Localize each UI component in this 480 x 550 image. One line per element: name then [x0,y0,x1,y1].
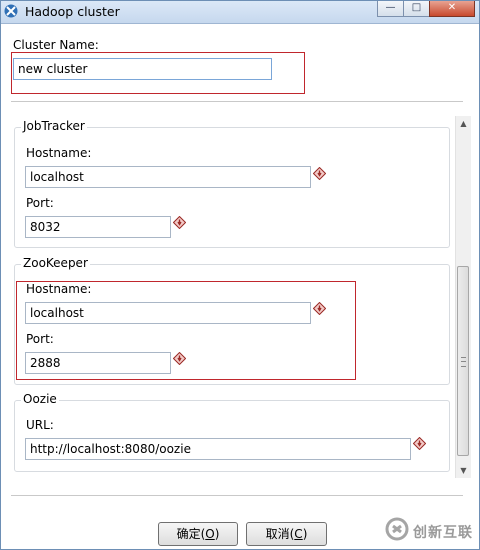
ok-button-label: 确定( [176,527,206,541]
cancel-button-end: ) [302,527,308,541]
required-marker-icon [413,437,426,450]
scroll-down-arrow-icon[interactable]: ▼ [456,463,471,478]
ok-button[interactable]: 确定(O) [158,522,238,546]
maximize-button[interactable]: □ [403,1,430,17]
oozie-group [14,400,450,472]
ok-button-end: ) [214,527,220,541]
zookeeper-legend: ZooKeeper [21,256,90,270]
jobtracker-hostname-label: Hostname: [26,146,92,160]
cluster-name-highlight [11,52,305,94]
window-title: Hadoop cluster [25,4,120,19]
jobtracker-hostname-input[interactable]: localhost [25,166,311,188]
hadoop-cluster-dialog: Hadoop cluster — □ ✕ Cluster Name: new c… [0,0,480,550]
bottom-separator [11,495,463,496]
oozie-url-label: URL: [26,418,54,432]
scroll-up-arrow-icon[interactable]: ▲ [456,116,471,131]
cluster-name-label: Cluster Name: [13,38,99,52]
watermark: 创新互联 [381,511,479,549]
jobtracker-port-input[interactable]: 8032 [25,216,171,238]
watermark-logo-icon [385,517,409,541]
maximize-icon: □ [411,2,422,13]
close-button[interactable]: ✕ [429,1,475,17]
required-marker-icon [313,167,326,180]
grip-icon [461,357,466,367]
required-marker-icon [173,216,186,229]
zookeeper-highlight [16,281,356,380]
oozie-url-input[interactable]: http://localhost:8080/oozie [25,438,411,460]
minimize-button[interactable]: — [377,1,404,17]
minimize-icon: — [385,2,396,13]
title-bar: Hadoop cluster — □ ✕ [1,1,479,24]
top-separator [11,101,463,102]
cancel-button-label: 取消( [265,527,295,541]
close-icon: ✕ [447,2,457,13]
scrollbar-thumb[interactable] [457,266,469,456]
oozie-legend: Oozie [21,392,59,406]
ok-mnemonic: O [205,527,215,541]
jobtracker-port-label: Port: [26,196,54,210]
cancel-mnemonic: C [294,527,303,541]
watermark-text: 创新互联 [413,525,473,541]
app-icon [4,4,18,18]
vertical-scrollbar[interactable]: ▲ ▼ [455,116,471,478]
jobtracker-legend: JobTracker [21,119,87,133]
cancel-button[interactable]: 取消(C) [246,522,327,546]
